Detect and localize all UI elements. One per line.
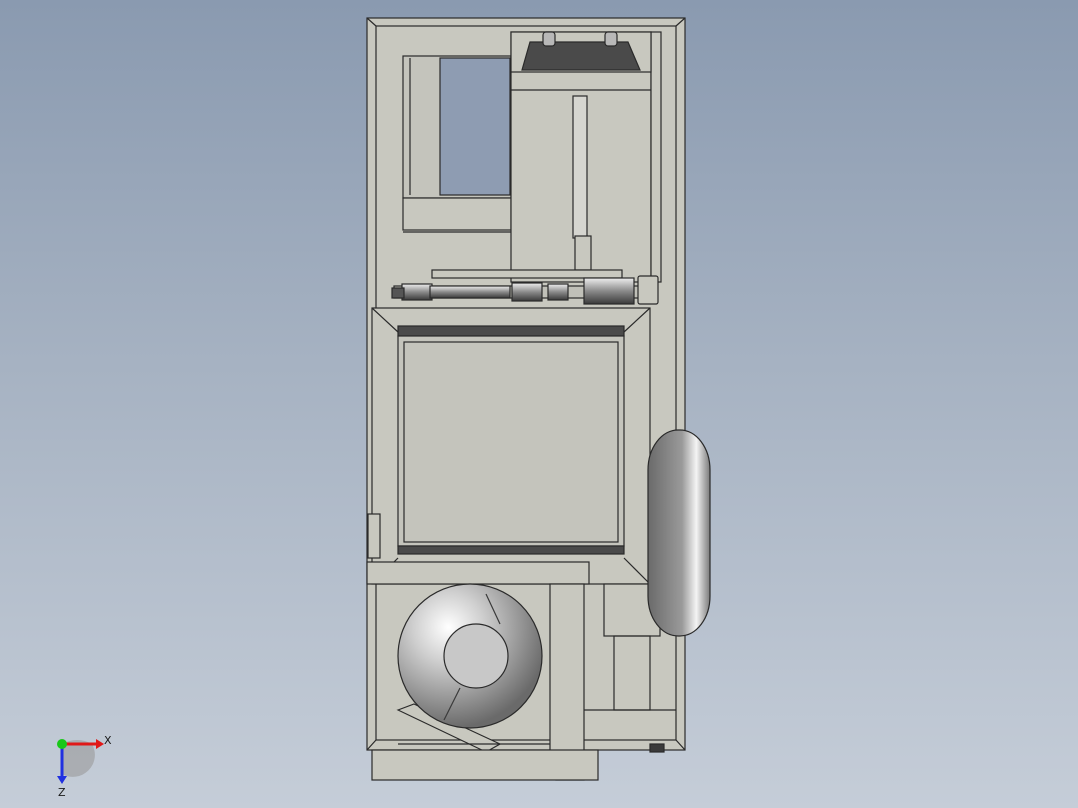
coordinate-triad: X Z (57, 734, 112, 799)
cad-model-front-view[interactable] (0, 0, 1078, 808)
spherical-vessel (397, 583, 543, 729)
upper-opening (402, 55, 512, 233)
triad-shadow (62, 739, 95, 777)
vertical-guide-column (510, 31, 662, 283)
lower-cross-member (366, 561, 590, 585)
graphics-viewport[interactable]: X Z (0, 0, 1078, 808)
spring-cylinder-assembly (391, 269, 659, 305)
x-axis-label: X (104, 734, 112, 747)
front-door-panel (367, 307, 651, 585)
z-axis-label: Z (58, 786, 66, 799)
y-axis-dot (57, 739, 67, 749)
